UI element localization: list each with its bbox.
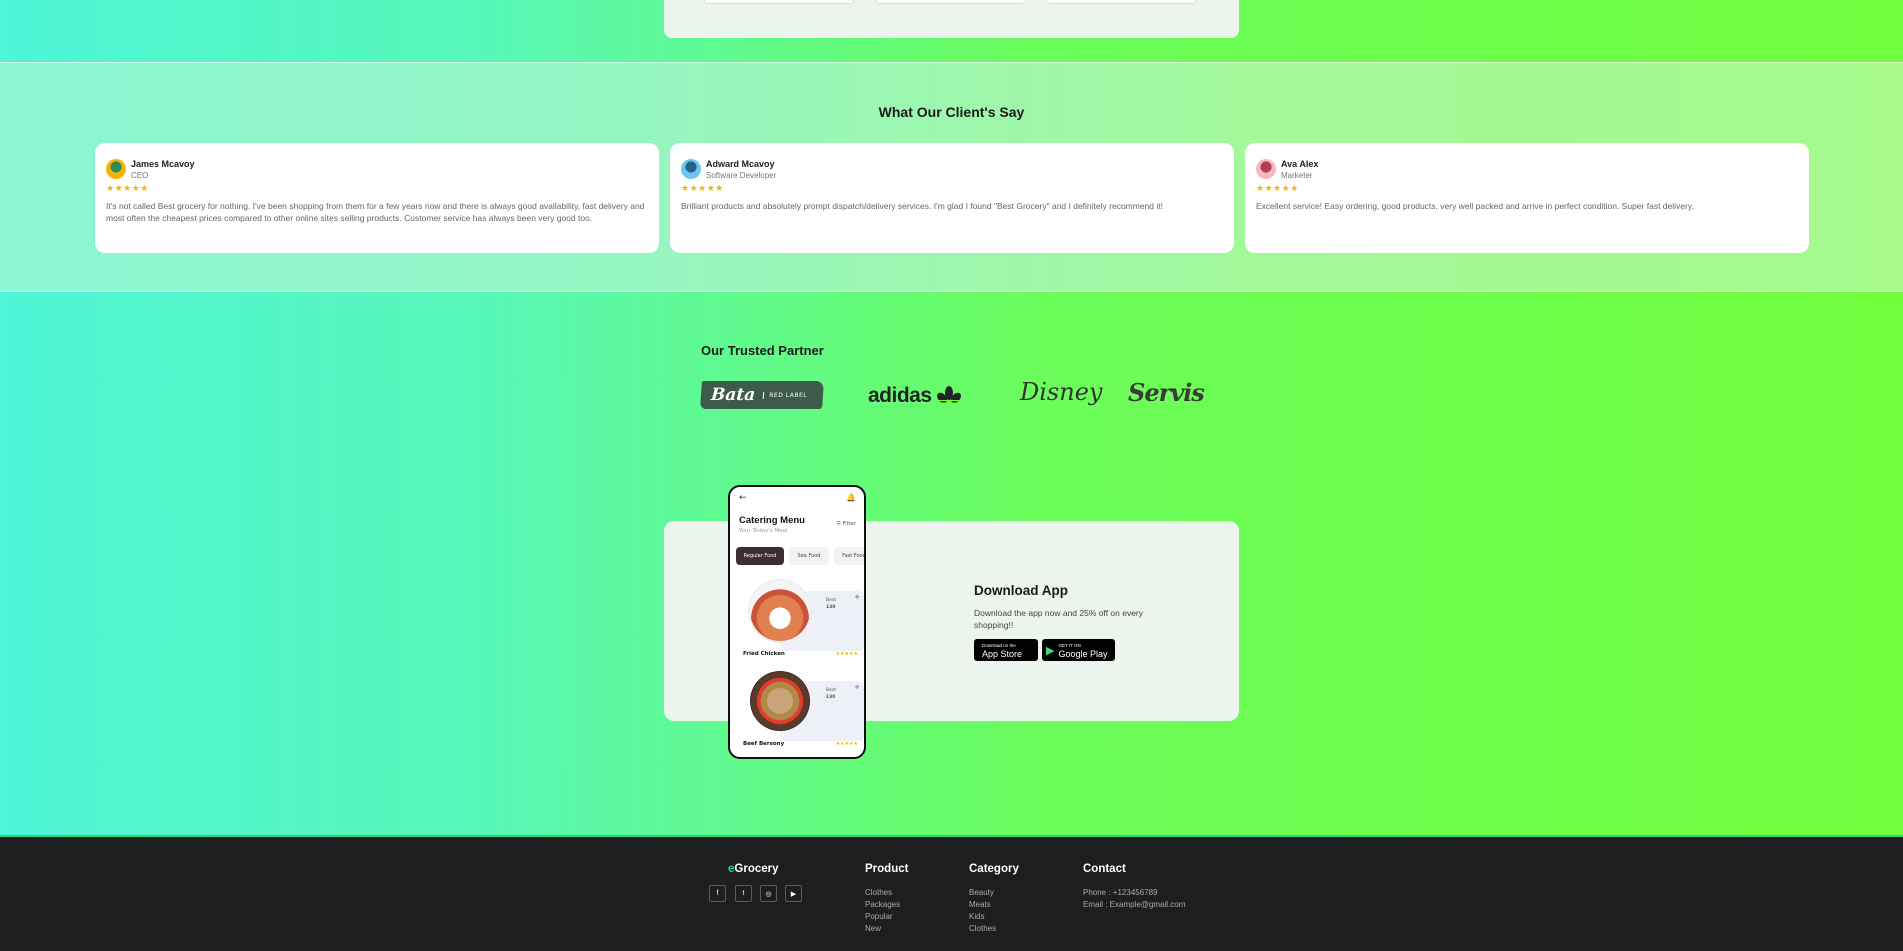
youtube-icon[interactable]: ▶ (785, 885, 802, 902)
bell-icon: 🔔 (846, 493, 856, 502)
phone-filter: ⚲ Filter (837, 521, 856, 527)
rating-stars: ★★★★★ (106, 184, 149, 194)
download-title: Download App (974, 583, 1068, 598)
food-image (750, 581, 810, 641)
bata-sublabel: RED LABEL (763, 391, 808, 399)
food-item: Best 130 + Fried Chicken ★★★★★ (738, 579, 864, 661)
card-bar (704, 0, 854, 4)
food-image (750, 671, 810, 731)
food-item: Best 130 + Beef Bersony ★★★★★ (738, 669, 864, 751)
food-stars: ★★★★★ (835, 651, 858, 657)
footer-brand[interactable]: eGrocery (728, 863, 779, 875)
testimonial-role: Software Developer (706, 171, 777, 180)
back-arrow-icon: ← (739, 493, 747, 503)
testimonial-quote: It's not called Best grocery for nothing… (106, 201, 645, 223)
footer-link[interactable]: New (865, 924, 881, 933)
twitter-icon[interactable]: t (735, 885, 752, 902)
testimonial-name: Ava Alex (1281, 159, 1319, 169)
avatar (1256, 159, 1276, 179)
testimonial-card: James Mcavoy CEO ★★★★★ It's not called B… (95, 143, 659, 253)
filter-label: Filter (842, 521, 856, 527)
chip-sea-food: Sea Food (789, 547, 829, 565)
phone-mockup: ← 🔔 Catering Menu Your Today's Meal ⚲ Fi… (728, 485, 866, 759)
partner-logo-servis[interactable]: Servis (1128, 378, 1205, 407)
footer-link[interactable]: Packages (865, 900, 900, 909)
app-store-button[interactable]: Download on the App Store (974, 639, 1038, 661)
rating-stars: ★★★★★ (681, 184, 724, 194)
footer-link[interactable]: Meats (969, 900, 991, 909)
food-name: Fried Chicken (743, 651, 785, 657)
partner-logo-disney[interactable]: Disney (1020, 378, 1102, 406)
testimonial-quote: Brilliant products and absolutely prompt… (681, 201, 1163, 211)
footer-link[interactable]: Beauty (969, 888, 994, 897)
partner-logo-adidas[interactable]: adidas (868, 381, 962, 411)
adidas-trefoil-icon (936, 386, 961, 404)
testimonial-card: Adward Mcavoy Software Developer ★★★★★ B… (670, 143, 1234, 253)
phone-subtitle: Your Today's Meal (739, 528, 788, 534)
add-icon: + (854, 683, 860, 691)
testimonials-title: What Our Client's Say (878, 104, 1025, 120)
testimonial-name: Adward Mcavoy (706, 159, 775, 169)
adidas-wordmark: adidas (868, 384, 932, 407)
bata-wordmark: Bata (710, 385, 756, 405)
google-play-big-text: Google Play (1058, 649, 1108, 659)
google-play-button[interactable]: ▶ GET IT ON Google Play (1042, 639, 1115, 661)
chip-regular-food: Regular Food (736, 547, 784, 565)
phone-title: Catering Menu (739, 515, 805, 526)
footer-contact-title: Contact (1083, 863, 1126, 875)
footer-link[interactable]: Kids (969, 912, 985, 921)
price-label: Best (826, 598, 836, 603)
footer-email[interactable]: Email : Example@gmail.com (1083, 900, 1185, 909)
testimonial-name: James Mcavoy (131, 159, 195, 169)
price-label: Best (826, 688, 836, 693)
testimonial-role: CEO (131, 171, 149, 180)
app-store-big-text: App Store (982, 649, 1023, 659)
footer-category-title: Category (969, 863, 1019, 875)
food-price: Best 130 (826, 687, 836, 701)
avatar (106, 159, 126, 179)
food-name: Beef Bersony (743, 741, 785, 747)
food-price: Best 130 (826, 597, 836, 611)
facebook-icon[interactable]: f (709, 885, 726, 902)
food-stars: ★★★★★ (835, 741, 858, 747)
testimonial-quote: Excellent service! Easy ordering, good p… (1256, 201, 1694, 211)
rating-stars: ★★★★★ (1256, 184, 1299, 194)
download-text: Download the app now and 25% off on ever… (974, 608, 1144, 630)
footer-link[interactable]: Clothes (969, 924, 996, 933)
footer-link[interactable]: Clothes (865, 888, 892, 897)
partners-title: Our Trusted Partner (701, 343, 824, 358)
price-value: 130 (826, 695, 836, 700)
instagram-icon[interactable]: ◎ (760, 885, 777, 902)
card-bar (876, 0, 1026, 4)
chip-fast-food: Fast Food (834, 547, 864, 565)
brand-rest: Grocery (734, 863, 779, 875)
google-play-icon: ▶ (1046, 644, 1055, 657)
testimonials-section: What Our Client's Say James Mcavoy CEO ★… (0, 62, 1903, 292)
avatar (681, 159, 701, 179)
top-card-partial (664, 0, 1239, 38)
footer-link[interactable]: Popular (865, 912, 893, 921)
footer-phone: Phone : +123456789 (1083, 888, 1158, 897)
price-value: 130 (826, 605, 836, 610)
card-bar (1046, 0, 1196, 4)
add-icon: + (854, 593, 860, 601)
partner-logo-bata[interactable]: Bata RED LABEL (700, 381, 824, 409)
footer: eGrocery f t ◎ ▶ Product Clothes Package… (0, 835, 1903, 951)
testimonial-card: Ava Alex Marketer ★★★★★ Excellent servic… (1245, 143, 1809, 253)
footer-product-title: Product (865, 863, 909, 875)
testimonial-role: Marketer (1281, 171, 1313, 180)
